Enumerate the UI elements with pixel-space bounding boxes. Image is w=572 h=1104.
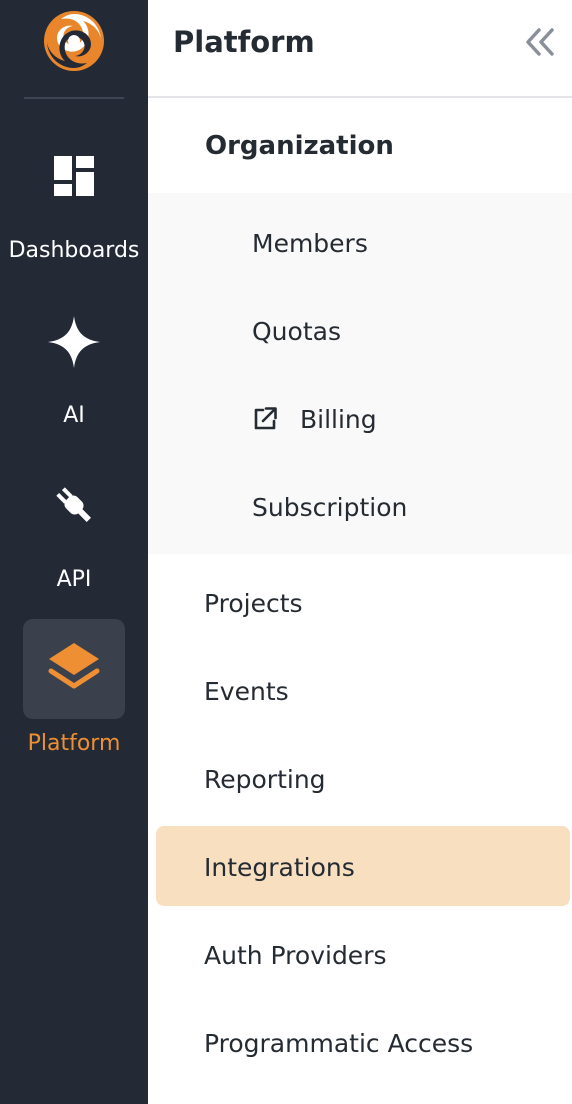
app-root: Dashboards AI API Platform Platform Orga… <box>0 0 572 1104</box>
submenu-item-subscription[interactable]: Subscription <box>252 487 407 527</box>
nav-item-label: Projects <box>204 588 303 618</box>
rail-item-ai[interactable]: AI <box>0 314 148 429</box>
rail-item-label: AI <box>63 403 85 428</box>
rail-item-label: Dashboards <box>8 238 140 263</box>
nav-item-events[interactable]: Events <box>204 671 289 711</box>
submenu-item-label: Quotas <box>252 316 341 346</box>
nav-item-programmatic-access[interactable]: Programmatic Access <box>204 1023 473 1063</box>
rail-divider <box>24 97 124 99</box>
nav-item-reporting[interactable]: Reporting <box>204 759 326 799</box>
sparkle-icon <box>0 314 148 374</box>
nav-item-label: Auth Providers <box>204 940 387 970</box>
submenu-item-quotas[interactable]: Quotas <box>252 311 341 351</box>
dashboard-grid-icon <box>0 154 148 202</box>
panel-title: Platform <box>173 25 315 59</box>
rail-item-platform[interactable]: Platform <box>0 619 148 759</box>
nav-item-label: Events <box>204 676 289 706</box>
side-panel: Platform Organization Members Quotas Bil… <box>148 0 572 1104</box>
rail-item-label: Platform <box>27 731 121 756</box>
collapse-panel-button[interactable] <box>522 24 558 60</box>
submenu-item-members[interactable]: Members <box>252 223 368 263</box>
double-chevron-left-icon <box>522 28 558 64</box>
submenu-item-label: Billing <box>300 404 377 434</box>
brand-logo-icon[interactable] <box>41 8 107 74</box>
panel-header: Platform <box>148 0 572 98</box>
rail-item-api[interactable]: API <box>0 482 148 593</box>
submenu-item-label: Subscription <box>252 492 408 522</box>
nav-item-label: Reporting <box>204 764 326 794</box>
rail-item-label: API <box>56 567 92 592</box>
external-link-icon <box>252 406 278 432</box>
plug-icon <box>0 482 148 532</box>
nav-item-projects[interactable]: Projects <box>204 583 303 623</box>
layers-icon <box>0 619 148 701</box>
nav-item-label: Integrations <box>204 852 355 882</box>
submenu-item-billing[interactable]: Billing <box>252 399 377 439</box>
nav-item-label: Programmatic Access <box>204 1028 474 1058</box>
nav-item-integrations[interactable]: Integrations <box>204 847 355 887</box>
left-rail: Dashboards AI API Platform <box>0 0 148 1104</box>
group-title-organization[interactable]: Organization <box>205 128 394 164</box>
rail-item-dashboards[interactable]: Dashboards <box>0 154 148 264</box>
nav-item-auth-providers[interactable]: Auth Providers <box>204 935 387 975</box>
submenu-item-label: Members <box>252 228 368 258</box>
